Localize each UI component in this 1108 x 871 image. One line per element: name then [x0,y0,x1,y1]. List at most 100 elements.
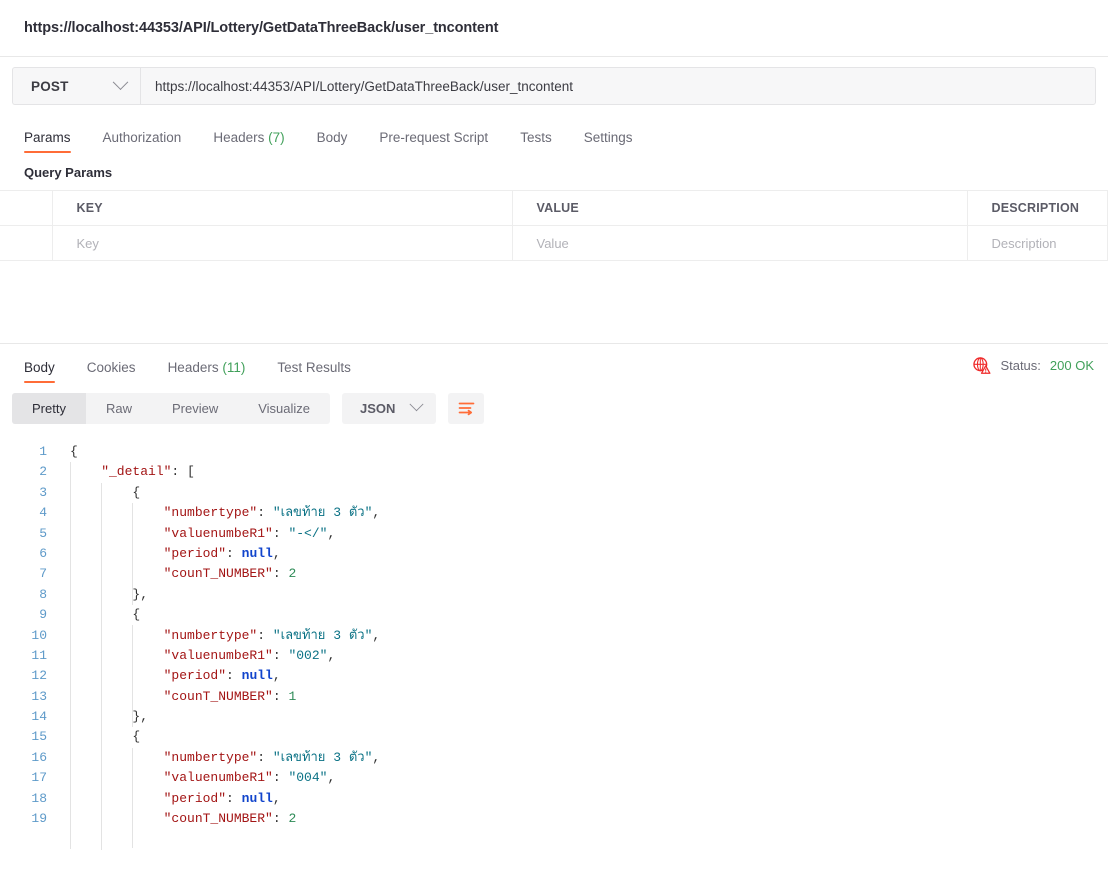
params-table-empty-space [0,261,1108,343]
chevron-down-icon [112,73,129,90]
code-token: , [372,505,381,521]
request-tab-params[interactable]: Params [12,129,87,154]
line-number: 14 [31,709,47,725]
request-url-row: POST https://localhost:44353/API/Lottery… [0,57,1108,113]
key-cell[interactable]: Key [52,225,513,261]
request-tab-tests[interactable]: Tests [504,129,568,154]
line-number: 7 [39,566,47,582]
code-line: "numbertype": "เลขท้าย 3 ตัว", [70,748,1108,768]
code-token: , [327,770,336,786]
code-line: }, [70,707,1108,727]
code-token: : [257,749,273,765]
code-token: : [ [171,464,195,480]
url-input-value: https://localhost:44353/API/Lottery/GetD… [155,78,573,94]
indent-guide [132,748,133,848]
request-tab-bar: Params Authorization Headers (7) Body Pre-re… [0,113,1108,153]
code-token: "numbertype" [70,749,258,765]
response-tab-bar: Body Cookies Headers (11) Test Results [12,359,367,384]
code-token: , [372,749,381,765]
column-header-key: KEY [52,190,513,226]
chevron-down-icon [409,397,424,412]
code-line: }, [70,585,1108,605]
code-content[interactable]: { "_detail": [ { "numbertype": "เลขท้าย … [56,442,1108,850]
code-token: "period" [70,668,227,684]
tab-label: Cookies [86,359,136,375]
page-title: https://localhost:44353/API/Lottery/GetD… [24,20,499,36]
line-number: 11 [31,647,47,663]
view-mode-group: Pretty Raw Preview Visualize [12,393,331,424]
line-number-gutter: 1 2 3 4 5 6 7 8 9 10 11 12 13 14 15 16 17 18 19 [0,442,56,829]
code-token: "เลขท้าย 3 ตัว" [272,505,373,521]
status-value: 200 OK [1049,358,1094,373]
view-mode-pretty[interactable]: Pretty [12,393,86,424]
line-number: 18 [31,790,47,806]
code-token: : [272,566,289,582]
code-token: : [257,505,273,521]
code-token: : [226,545,242,561]
line-number: 15 [31,729,47,745]
code-token: 1 [288,688,297,704]
code-line: { [70,483,1108,503]
indent-guide [132,625,133,727]
request-tab-authorization[interactable]: Authorization [87,130,198,154]
line-number: 10 [31,627,47,643]
view-mode-visualize[interactable]: Visualize [238,393,330,424]
code-token: 2 [288,811,297,827]
url-input[interactable]: https://localhost:44353/API/Lottery/GetD… [140,67,1096,105]
code-token: "_detail" [70,464,172,480]
view-mode-preview[interactable]: Preview [152,393,238,424]
response-tab-headers[interactable]: Headers (11) [152,359,262,384]
view-mode-raw[interactable]: Raw [86,393,152,424]
code-token: "002" [288,647,328,663]
response-viewer-toolbar: Pretty Raw Preview Visualize JSON [0,383,1108,434]
line-number: 12 [31,668,47,684]
code-token: "เลขท้าย 3 ตัว" [272,627,373,643]
status-badge: Status: 200 OK [972,356,1094,383]
column-header-description: DESCRIPTION [967,190,1108,226]
line-number: 8 [39,586,47,602]
row-checkbox-cell[interactable] [0,225,53,261]
code-token: : [272,811,289,827]
code-token: "period" [70,790,227,806]
response-tab-body[interactable]: Body [12,360,71,384]
code-line: "numbertype": "เลขท้าย 3 ตัว", [70,626,1108,646]
tab-count: (11) [218,359,246,375]
response-format-select[interactable]: JSON [342,393,437,424]
request-tab-body[interactable]: Body [301,129,364,154]
line-number: 17 [31,770,47,786]
code-token: null [241,545,273,561]
request-tab-headers[interactable]: Headers (7) [197,129,300,154]
line-number: 2 [39,464,47,480]
code-token: { [70,444,78,459]
code-line: "period": null, [70,544,1108,564]
description-cell[interactable]: Description [967,225,1108,261]
code-token: null [241,668,273,684]
tab-label: Headers [213,129,265,145]
http-method-select[interactable]: POST [12,67,140,105]
code-token: : [226,668,242,684]
tab-label: Tests [520,129,552,145]
request-tab-settings[interactable]: Settings [568,130,649,154]
table-row: Key Value Description [0,225,1108,261]
table-header-row: KEY VALUE DESCRIPTION [0,190,1108,226]
wrap-lines-button[interactable] [448,393,485,424]
tab-label: Params [24,129,71,145]
code-token: : [272,525,289,541]
response-body-code-viewer[interactable]: 1 2 3 4 5 6 7 8 9 10 11 12 13 14 15 16 17 18 19 { "_detail… [0,434,1108,850]
code-token: "-</" [288,525,328,541]
code-token: null [241,790,273,806]
code-token: 2 [288,566,297,582]
request-tab-pre-request-script[interactable]: Pre-request Script [363,130,504,154]
line-number: 3 [39,484,47,500]
tab-label: Body [316,129,348,145]
code-line: { [70,727,1108,747]
status-label: Status: [1000,358,1041,373]
code-token: , [272,668,281,684]
response-tab-cookies[interactable]: Cookies [71,359,152,384]
code-token: "เลขท้าย 3 ตัว" [272,749,373,765]
wrap-lines-icon [458,402,475,416]
response-tab-test-results[interactable]: Test Results [261,360,367,384]
response-format-label: JSON [360,401,396,416]
code-token: }, [70,709,149,725]
value-cell[interactable]: Value [512,225,968,261]
